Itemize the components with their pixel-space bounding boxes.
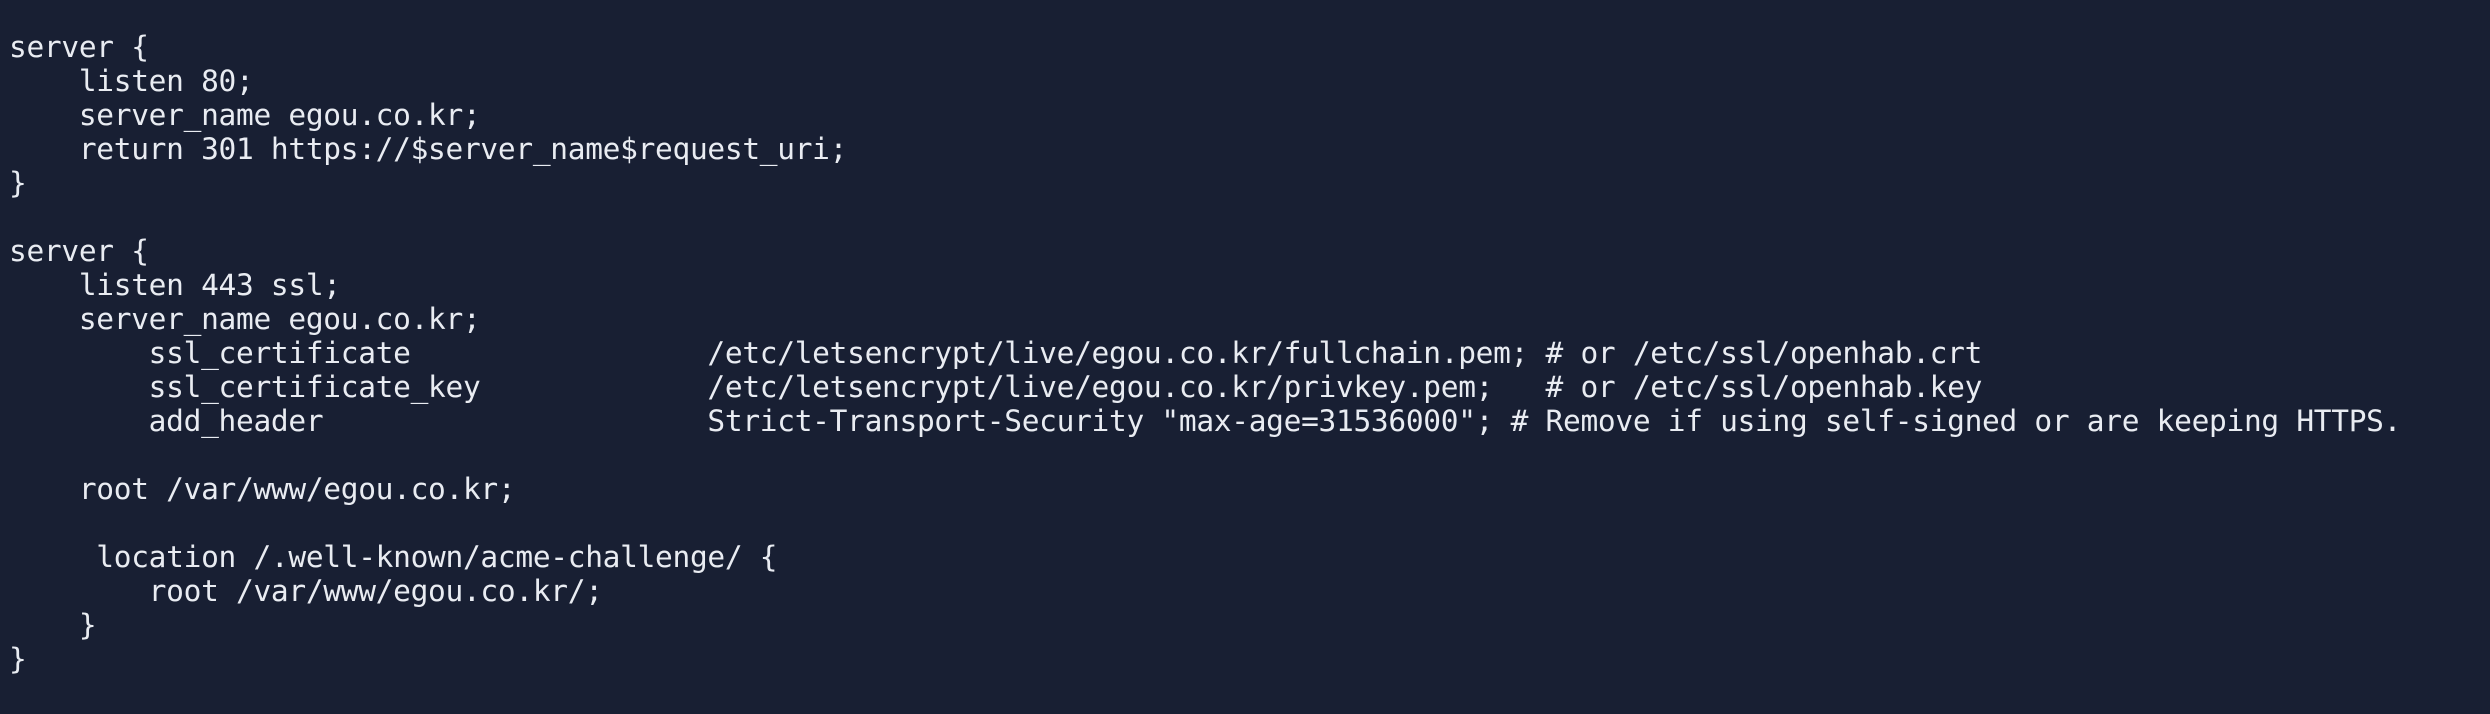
code-line: location /.well-known/acme-challenge/ {: [9, 540, 778, 574]
code-line: }: [9, 642, 27, 676]
code-line: root /var/www/egou.co.kr/;: [9, 574, 603, 608]
code-editor[interactable]: server { listen 80; server_name egou.co.…: [0, 0, 2490, 714]
code-line: }: [9, 166, 27, 200]
code-line: root /var/www/egou.co.kr;: [9, 472, 516, 506]
code-line: }: [9, 608, 97, 642]
code-line: listen 80;: [9, 64, 254, 98]
code-line: server_name egou.co.kr;: [9, 302, 481, 336]
code-line: server_name egou.co.kr;: [9, 98, 481, 132]
code-line: listen 443 ssl;: [9, 268, 341, 302]
code-line: l: [9, 710, 2490, 714]
code-line: server {: [9, 30, 149, 64]
code-line: server {: [9, 234, 149, 268]
code-line: ssl_certificate /etc/letsencrypt/live/eg…: [9, 336, 1983, 370]
code-line: ssl_certificate_key /etc/letsencrypt/liv…: [9, 370, 1983, 404]
code-line: return 301 https://$server_name$request_…: [9, 132, 848, 166]
code-line: add_header Strict-Transport-Security "ma…: [9, 404, 2402, 438]
